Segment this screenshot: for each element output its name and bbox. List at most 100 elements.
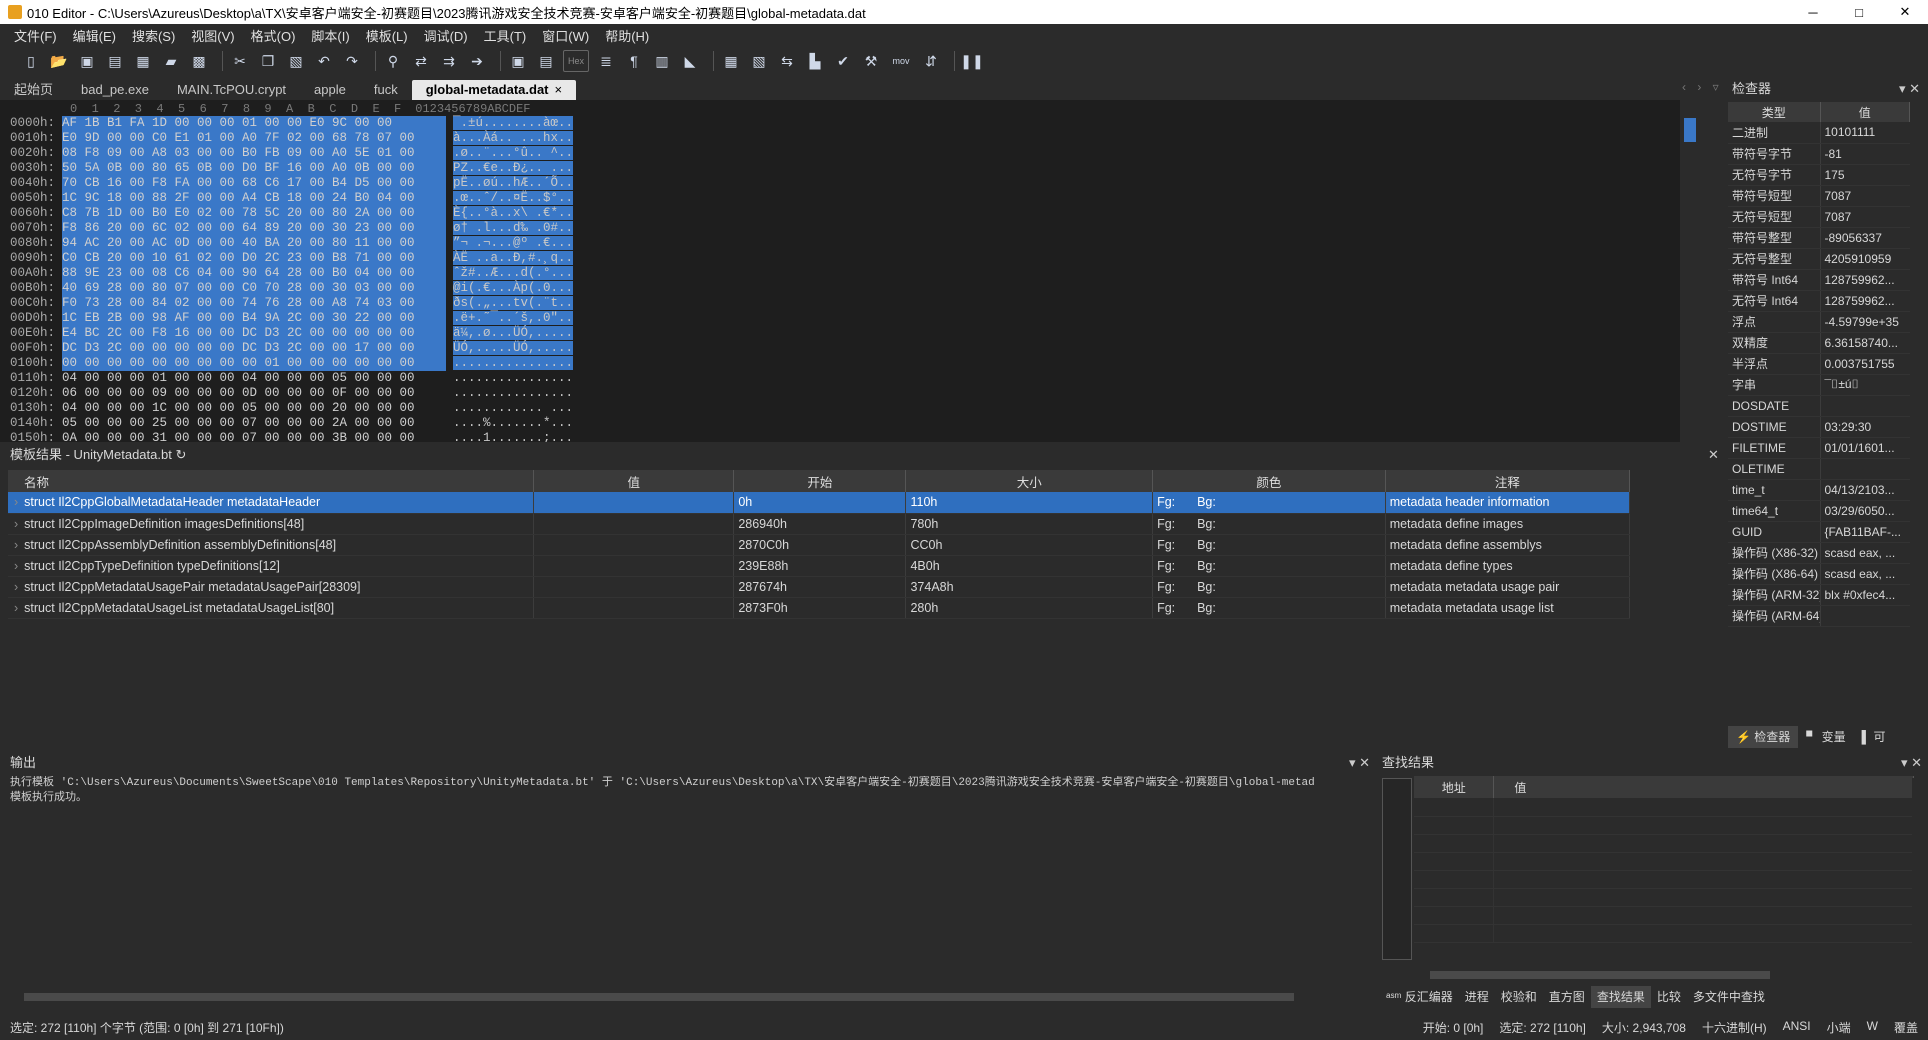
hex-vertical-scrollbar[interactable]	[1680, 100, 1700, 442]
template-cell-start[interactable]: 0h	[733, 492, 907, 514]
hex-bytes[interactable]: 06 00 00 00 09 00 00 00 0D 00 00 00 0F 0…	[62, 386, 446, 401]
template-cell-size[interactable]: 110h	[905, 492, 1154, 514]
inspector-value[interactable]: ¯⌷±ú⌷	[1819, 374, 1910, 396]
status-mode[interactable]: W	[1867, 1019, 1878, 1036]
hex-bytes[interactable]: 00 00 00 00 00 00 00 00 00 01 00 00 00 0…	[62, 356, 446, 371]
table-row[interactable]: 带符号 Int64 128759962...	[1728, 269, 1910, 291]
hex-ascii[interactable]: ....1.......;...	[453, 431, 573, 442]
tab-checksum[interactable]: 校验和	[1495, 986, 1543, 1008]
columns-icon[interactable]: ≣	[595, 50, 617, 72]
inspector-value[interactable]: 7087	[1819, 185, 1910, 207]
table-row[interactable]: › struct Il2CppMetadataUsageList metadata…	[8, 597, 1631, 619]
menu-debug[interactable]: 调试(D)	[416, 26, 476, 45]
tab-global-metadata[interactable]: global-metadata.dat ×	[411, 80, 577, 100]
col-value[interactable]: 值	[533, 470, 735, 492]
table-row[interactable]: 字串 ¯⌷±ú⌷	[1728, 374, 1910, 396]
template-cell-comment[interactable]: metadata define assemblys	[1385, 534, 1631, 556]
tab-inspector[interactable]: ⚡ 检查器	[1728, 726, 1799, 748]
close-button[interactable]: ✕	[1882, 0, 1928, 24]
inspector-value[interactable]: 03/29/6050...	[1819, 500, 1910, 522]
table-row[interactable]: DOSDATE	[1728, 395, 1910, 417]
hex-ascii[interactable]: ä¼,.ø...ÜÓ,.....	[453, 326, 574, 340]
template-cell-value[interactable]	[533, 492, 735, 514]
hex-bytes[interactable]: F0 73 28 00 84 02 00 00 74 76 28 00 A8 7…	[62, 296, 446, 311]
menu-format[interactable]: 格式(O)	[243, 26, 304, 45]
cut-icon[interactable]: ✂	[229, 50, 251, 72]
hex-ascii[interactable]: .ø..¨...°û.. ^..	[453, 146, 574, 160]
inspector-col-type[interactable]: 类型	[1728, 102, 1821, 122]
template-cell-comment[interactable]: metadata metadata usage pair	[1385, 576, 1631, 598]
table-row[interactable]: FILETIME 01/01/1601...	[1728, 437, 1910, 459]
inspector-value[interactable]: {FAB11BAF-...	[1819, 521, 1910, 543]
table-row[interactable]: DOSTIME 03:29:30	[1728, 416, 1910, 438]
save-as-icon[interactable]: ▤	[104, 50, 126, 72]
inspector-value[interactable]	[1819, 605, 1910, 627]
hex-bytes[interactable]: F8 86 20 00 6C 02 00 00 64 89 20 00 30 2…	[62, 221, 446, 236]
template-cell-color[interactable]: Fg: Bg:	[1152, 513, 1386, 535]
scrollbar-thumb[interactable]	[1684, 118, 1696, 142]
histogram-icon[interactable]: ▙	[804, 50, 826, 72]
inspector-value[interactable]	[1819, 395, 1910, 417]
hex-editor[interactable]: 0 1 2 3 4 5 6 7 8 9 A B C D E F 012345678…	[0, 100, 1700, 442]
inspector-value[interactable]: 0.003751755	[1819, 353, 1910, 375]
output-log[interactable]: 执行模板 'C:\Users\Azureus\Documents\SweetSc…	[0, 776, 1376, 990]
template-cell-name[interactable]: › struct Il2CppMetadataUsageList metadata…	[8, 597, 535, 619]
hex-bytes[interactable]: 70 CB 16 00 F8 FA 00 00 68 C6 17 00 B4 D…	[62, 176, 446, 191]
hex-ascii[interactable]: ÜÓ,.....ÜÓ,.....	[453, 341, 574, 355]
hex-bytes[interactable]: 04 00 00 00 1C 00 00 00 05 00 00 00 20 0…	[62, 401, 446, 416]
hex-ascii[interactable]: .œ..ˆ/..¤Ë..$°..	[453, 191, 574, 205]
inspector-value[interactable]: 175	[1819, 164, 1910, 186]
goto-icon[interactable]: ➔	[466, 50, 488, 72]
hex-bytes[interactable]: 08 F8 09 00 A8 03 00 00 B0 FB 09 00 A0 5…	[62, 146, 446, 161]
open-icon[interactable]: 📂	[48, 50, 70, 72]
save-icon[interactable]: ▣	[76, 50, 98, 72]
open-folder-icon[interactable]: ▰	[160, 50, 182, 72]
hex-ascii[interactable]: ðs(.„...tv(.¨t..	[453, 296, 574, 310]
compare-icon[interactable]: ⇆	[776, 50, 798, 72]
tab-bad-pe[interactable]: bad_pe.exe	[67, 80, 163, 100]
table-row[interactable]: › struct Il2CppMetadataUsagePair metadata…	[8, 576, 1631, 598]
inspector-value[interactable]: 4205910959	[1819, 248, 1910, 270]
refresh-icon[interactable]: ↻	[175, 447, 186, 462]
template-cell-size[interactable]: 780h	[905, 513, 1154, 535]
tab-start-page[interactable]: 起始页	[0, 80, 67, 100]
menu-scripts[interactable]: 脚本(I)	[303, 26, 357, 45]
table-row[interactable]: 二进制 10101111	[1728, 122, 1910, 144]
template-cell-size[interactable]: 280h	[905, 597, 1154, 619]
table-row[interactable]: › struct Il2CppAssemblyDefinition assembl…	[8, 534, 1631, 556]
table-row[interactable]: 双精度 6.36158740...	[1728, 332, 1910, 354]
menu-search[interactable]: 搜索(S)	[124, 26, 183, 45]
hex-bytes[interactable]: C0 CB 20 00 10 61 02 00 D0 2C 23 00 B8 7…	[62, 251, 446, 266]
find-results-horizontal-scrollbar[interactable]	[1414, 968, 1908, 982]
hex-bytes[interactable]: AF 1B B1 FA 1D 00 00 00 01 00 00 E0 9C 0…	[62, 116, 446, 131]
template-cell-value[interactable]	[533, 576, 735, 598]
status-charset[interactable]: ANSI	[1783, 1019, 1811, 1036]
inspector-controls[interactable]: ▾ ✕	[1899, 78, 1920, 100]
pilcrow-icon[interactable]: ¶	[623, 50, 645, 72]
find-results-controls[interactable]: ▾ ✕	[1901, 752, 1922, 774]
menu-view[interactable]: 视图(V)	[183, 26, 242, 45]
template-cell-size[interactable]: 4B0h	[905, 555, 1154, 577]
clipboard-icon[interactable]: ▧	[748, 50, 770, 72]
new-file-icon[interactable]: ▯	[20, 50, 42, 72]
template-cell-name[interactable]: › struct Il2CppTypeDefinition typeDefinit…	[8, 555, 535, 577]
table-row[interactable]: 带符号短型 7087	[1728, 185, 1910, 207]
template-cell-start[interactable]: 2873F0h	[733, 597, 907, 619]
tab-fuck[interactable]: fuck	[360, 80, 412, 100]
tab-disassembler[interactable]: ᵃˢᵐ 反汇编器	[1380, 986, 1459, 1008]
table-row[interactable]: 操作码 (ARM-32) blx #0xfec4...	[1728, 584, 1910, 606]
template-cell-comment[interactable]: metadata define images	[1385, 513, 1631, 535]
table-row[interactable]: › struct Il2CppTypeDefinition typeDefinit…	[8, 555, 1631, 577]
find-in-files-icon[interactable]: ⇉	[438, 50, 460, 72]
menu-edit[interactable]: 编辑(E)	[65, 26, 124, 45]
highlight-icon[interactable]: ◣	[679, 50, 701, 72]
hex-bytes[interactable]: DC D3 2C 00 00 00 00 00 DC D3 2C 00 00 1…	[62, 341, 446, 356]
hex-bytes[interactable]: 04 00 00 00 01 00 00 00 04 00 00 00 05 0…	[62, 371, 446, 386]
hex-mode-button[interactable]: Hex	[563, 50, 589, 72]
script-icon[interactable]: ▤	[535, 50, 557, 72]
inspector-value[interactable]: -4.59799e+35	[1819, 311, 1910, 333]
hex-bytes[interactable]: E4 BC 2C 00 F8 16 00 00 DC D3 2C 00 00 0…	[62, 326, 446, 341]
disassembler-icon[interactable]: mov	[888, 50, 914, 72]
template-cell-comment[interactable]: metadata define types	[1385, 555, 1631, 577]
template-cell-color[interactable]: Fg: Bg:	[1152, 576, 1386, 598]
